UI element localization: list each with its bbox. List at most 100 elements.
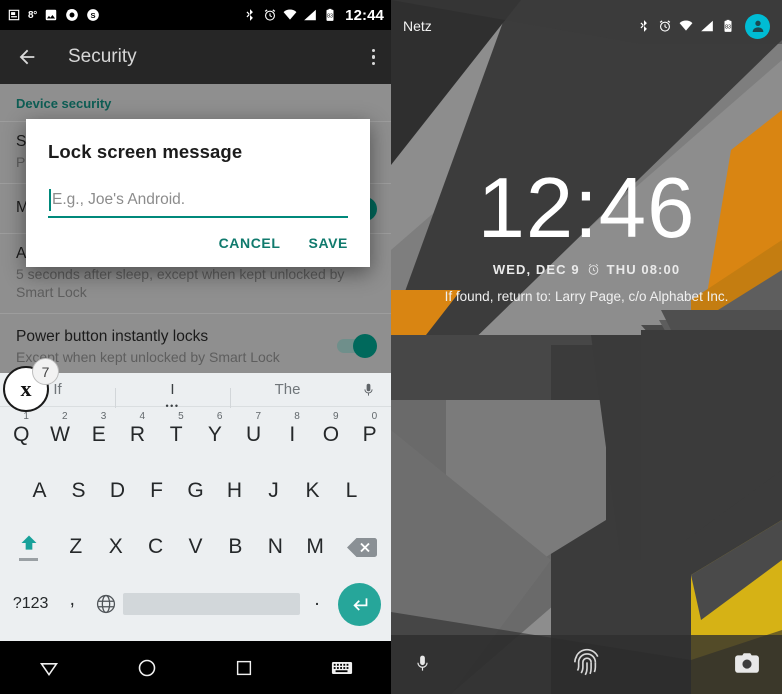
key-Q[interactable]: 1Q — [2, 407, 41, 463]
fingerprint-unlock-target[interactable] — [529, 646, 645, 680]
avatar[interactable] — [745, 13, 770, 39]
app-bar: Security — [0, 30, 391, 84]
key-O[interactable]: 9O — [312, 407, 351, 463]
nav-back-button[interactable] — [0, 658, 98, 678]
shift-up-icon — [21, 535, 37, 550]
key-F[interactable]: F — [137, 463, 176, 519]
key-label: P — [362, 423, 377, 446]
key-number: 1 — [23, 411, 29, 422]
lock-alarm-time: THU 08:00 — [606, 262, 681, 277]
temperature-indicator: 8° — [28, 9, 37, 21]
left-phone-settings-screen: 8° S 83 12:44 Security Device security S… — [0, 0, 391, 694]
nav-keyboard-button[interactable] — [293, 660, 391, 676]
key-number: 8 — [294, 411, 300, 422]
back-arrow-icon[interactable] — [16, 46, 38, 68]
camera-shortcut[interactable] — [644, 652, 782, 674]
suggestion-3[interactable]: The — [230, 381, 345, 408]
key-Z[interactable]: Z — [56, 519, 96, 575]
key-I[interactable]: 8I — [273, 407, 312, 463]
key-V[interactable]: V — [176, 519, 216, 575]
dialog-actions: CANCEL SAVE — [48, 218, 348, 261]
wifi-icon — [679, 20, 693, 31]
right-phone-lock-screen: Netz 83 12:46 WED, DEC 9 THU 08:00 If fo… — [391, 0, 782, 694]
save-button[interactable]: SAVE — [309, 235, 349, 251]
nytimes-icon: x — [20, 376, 32, 401]
lock-clock: 12:46 — [477, 161, 696, 256]
spacebar-key[interactable] — [123, 593, 301, 615]
key-H[interactable]: H — [215, 463, 254, 519]
globe-language-icon — [97, 594, 116, 614]
voice-assist-shortcut[interactable] — [391, 652, 529, 675]
key-label: E — [91, 423, 106, 446]
key-N[interactable]: N — [255, 519, 295, 575]
lock-bottom-shortcuts — [391, 632, 782, 694]
battery-icon: 83 — [724, 19, 732, 32]
key-T[interactable]: 5T — [157, 407, 196, 463]
shift-key[interactable] — [2, 533, 56, 561]
dialog-field-wrapper — [48, 189, 348, 218]
nav-home-circle-icon — [138, 659, 155, 676]
key-E[interactable]: 3E — [79, 407, 118, 463]
nytimes-app-badge[interactable]: x 7 — [3, 358, 59, 412]
period-key[interactable]: . — [300, 589, 334, 619]
key-number: 3 — [100, 411, 107, 422]
signal-icon — [701, 20, 713, 32]
keyboard-row-4: ?123 , . — [0, 575, 391, 633]
symbols-key[interactable]: ?123 — [6, 595, 55, 613]
key-label: I — [289, 423, 296, 446]
key-U[interactable]: 7U — [234, 407, 273, 463]
key-B[interactable]: B — [215, 519, 255, 575]
overflow-menu-icon[interactable] — [371, 48, 375, 66]
microphone-icon — [417, 655, 428, 671]
bluetooth-icon — [640, 20, 647, 32]
language-key[interactable] — [89, 593, 123, 615]
carrier-label: Netz — [403, 18, 432, 34]
cancel-button[interactable]: CANCEL — [219, 235, 281, 251]
backspace-key[interactable] — [335, 537, 389, 558]
chrome-icon — [66, 9, 78, 21]
key-number: 4 — [139, 411, 145, 422]
key-Y[interactable]: 6Y — [196, 407, 235, 463]
suggestion-2[interactable]: I ••• — [115, 381, 230, 411]
key-number: 7 — [255, 411, 262, 422]
alarm-clock-icon — [588, 264, 598, 275]
key-A[interactable]: A — [20, 463, 59, 519]
enter-key[interactable] — [334, 582, 385, 626]
spacebar-fill — [123, 593, 301, 615]
key-S[interactable]: S — [59, 463, 98, 519]
enter-key-circle — [337, 582, 381, 626]
status-bar-system-icons: 83 12:44 — [243, 7, 384, 24]
key-L[interactable]: L — [332, 463, 371, 519]
svg-text:83: 83 — [725, 24, 731, 30]
key-R[interactable]: 4R — [118, 407, 157, 463]
page-title: Security — [68, 46, 137, 67]
key-D[interactable]: D — [98, 463, 137, 519]
key-label: T — [169, 423, 183, 446]
key-M[interactable]: M — [295, 519, 335, 575]
key-W[interactable]: 2W — [41, 407, 80, 463]
skype-icon: S — [87, 9, 99, 21]
key-label: U — [245, 423, 262, 446]
key-number: 0 — [371, 411, 378, 422]
nav-recents-button[interactable] — [196, 659, 294, 677]
nav-keyboard-icon — [332, 661, 353, 674]
nav-back-triangle-icon — [39, 662, 58, 676]
comma-key[interactable]: , — [55, 589, 89, 619]
key-G[interactable]: G — [176, 463, 215, 519]
key-X[interactable]: X — [96, 519, 136, 575]
notification-count-badge: 7 — [32, 358, 59, 385]
key-J[interactable]: J — [254, 463, 293, 519]
status-bar-clock: 12:44 — [345, 6, 384, 24]
voice-input-button[interactable] — [345, 381, 391, 399]
key-P[interactable]: 0P — [350, 407, 389, 463]
key-K[interactable]: K — [293, 463, 332, 519]
svg-text:S: S — [90, 11, 95, 20]
nav-home-button[interactable] — [98, 658, 196, 678]
wifi-icon — [283, 9, 297, 20]
news-icon — [8, 9, 20, 21]
key-C[interactable]: C — [136, 519, 176, 575]
lock-message-input[interactable] — [48, 189, 348, 218]
screenshot-stage: 8° S 83 12:44 Security Device security S… — [0, 0, 782, 694]
lock-date-label: WED, DEC 9 — [492, 262, 580, 277]
key-label: Q — [13, 423, 30, 446]
